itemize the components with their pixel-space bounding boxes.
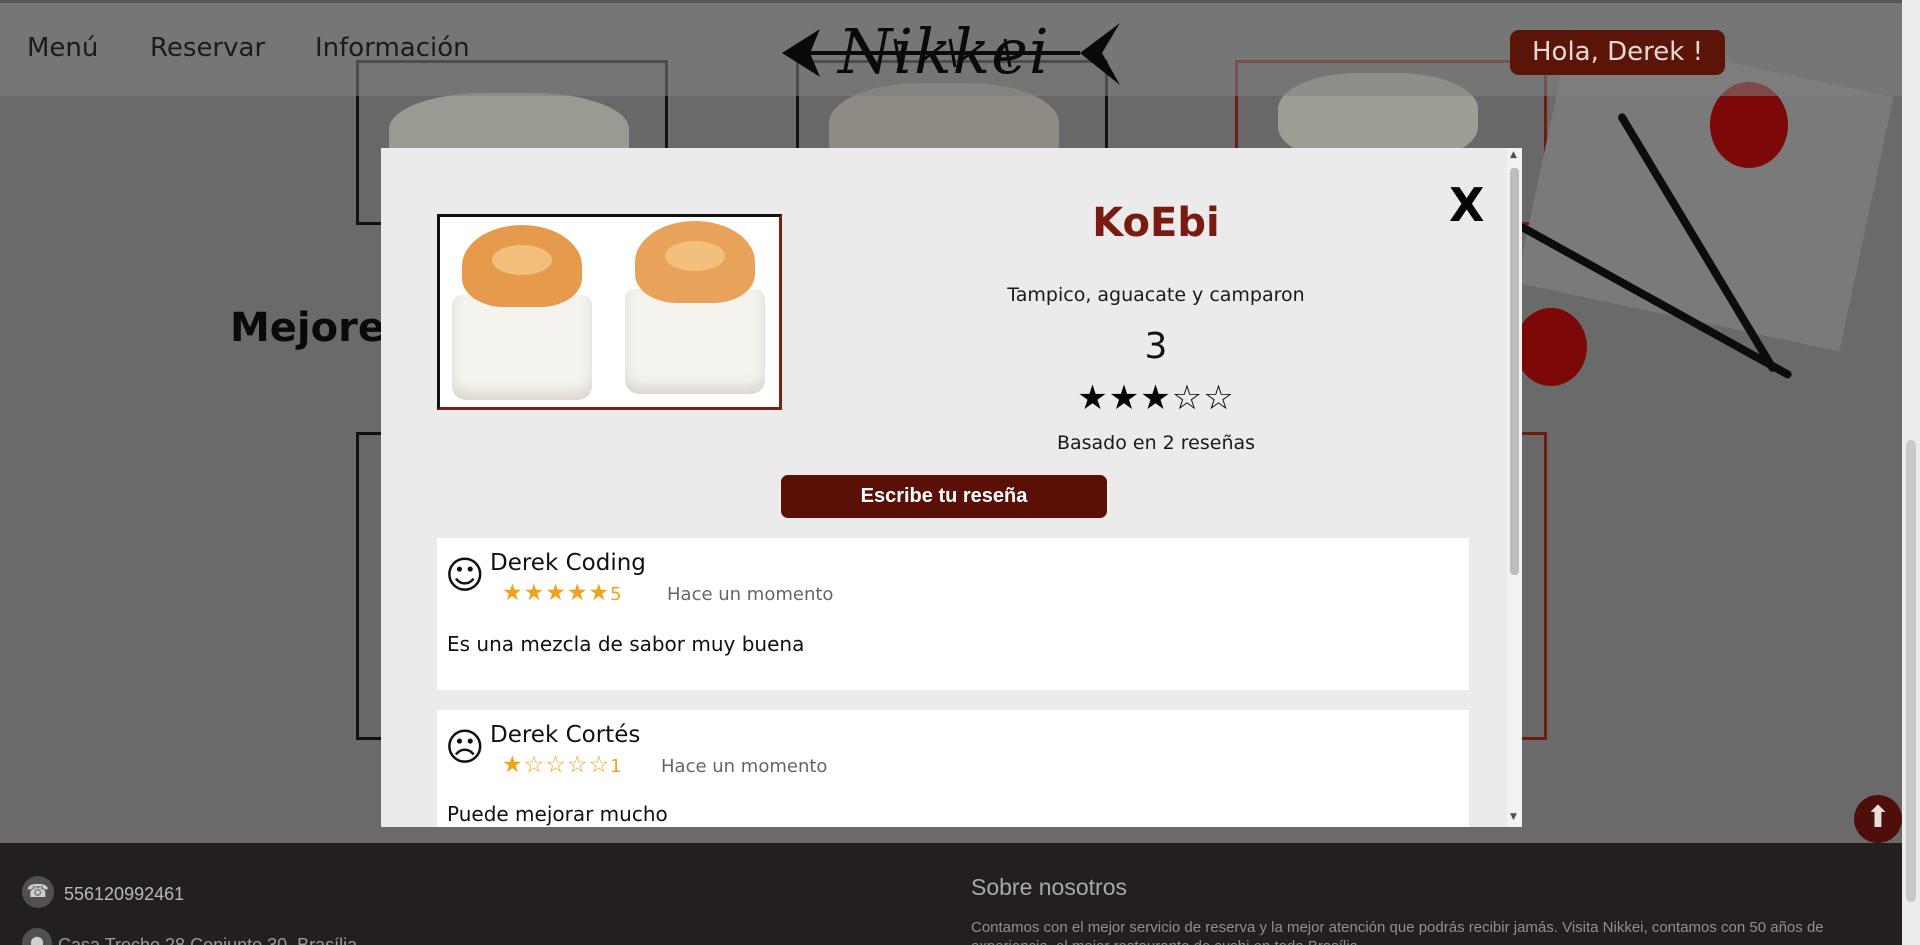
review-score: 5: [610, 584, 623, 605]
scroll-up-icon[interactable]: ▲: [1510, 150, 1517, 160]
reviewer-name: Derek Cortés: [490, 722, 641, 748]
review-time: Hace un momento: [667, 584, 834, 605]
reviewer-name: Derek Coding: [490, 550, 646, 576]
sushi-topping: [462, 225, 582, 307]
user-greeting-button[interactable]: Hola, Derek !: [1510, 30, 1725, 75]
sad-face-icon: ☹: [445, 725, 485, 769]
nav-reserve-link[interactable]: Reservar: [150, 33, 265, 63]
footer-about-title: Sobre nosotros: [971, 874, 1127, 900]
logo-text: Nikkei: [838, 15, 1050, 88]
dish-title: KoEbi: [1092, 200, 1220, 246]
phone-icon: ☎: [22, 876, 54, 908]
sushi-roll-image: [452, 295, 592, 400]
average-rating-stars: ★★★☆☆: [1077, 378, 1235, 418]
nav-info-link[interactable]: Información: [315, 33, 470, 63]
sushi-roll-image: [625, 289, 765, 394]
top-navigation: Menú Reservar Información Nikkei Hola, D…: [0, 0, 1902, 96]
modal-scrollbar-thumb[interactable]: [1510, 168, 1519, 575]
arrow-up-icon: ⬆: [1865, 800, 1891, 835]
page-scrollbar-thumb[interactable]: [1906, 440, 1916, 902]
footer-about-text: Contamos con el mejor servicio de reserv…: [971, 919, 1824, 945]
footer-address: Casa Trecho 28 Conjunto 30, Brasília: [58, 935, 358, 945]
nav-menu-link[interactable]: Menú: [27, 33, 98, 63]
reviews-count: Basado en 2 reseñas: [1056, 432, 1256, 454]
smiley-face-icon: ☺: [445, 553, 485, 597]
review-stars: ★★★★★5: [502, 580, 623, 608]
dish-photo: [437, 214, 782, 410]
decorative-dot: [1515, 308, 1587, 386]
review-text: Puede mejorar mucho: [447, 802, 668, 826]
review-time: Hace un momento: [661, 756, 828, 777]
average-rating: 3: [1144, 326, 1168, 367]
review-stars: ★☆☆☆☆1: [502, 752, 623, 780]
review-star-glyphs: ★☆☆☆☆: [502, 752, 611, 778]
footer-phone: 556120992461: [64, 884, 185, 904]
modal-scrollbar[interactable]: ▲ ▼: [1507, 148, 1522, 827]
review-item: ☹ Derek Cortés ★☆☆☆☆1 Hace un momento Pu…: [437, 710, 1469, 827]
sushi-topping: [635, 221, 755, 303]
scroll-down-icon[interactable]: ▼: [1510, 812, 1517, 822]
review-item: ☺ Derek Coding ★★★★★5 Hace un momento Es…: [437, 538, 1469, 690]
review-star-glyphs: ★★★★★: [502, 580, 611, 606]
page-scrollbar[interactable]: [1902, 0, 1920, 945]
close-button[interactable]: X: [1449, 178, 1484, 232]
scroll-to-top-button[interactable]: ⬆: [1854, 795, 1902, 843]
nikkei-logo[interactable]: Nikkei: [780, 15, 1125, 93]
review-text: Es una mezcla de sabor muy buena: [447, 632, 805, 656]
review-modal: X KoEbi Tampico, aguacate y camparon 3 ★…: [381, 148, 1522, 827]
write-review-button[interactable]: Escribe tu reseña: [781, 475, 1107, 518]
review-score: 1: [610, 756, 623, 777]
dish-description: Tampico, aguacate y camparon: [1007, 284, 1305, 306]
